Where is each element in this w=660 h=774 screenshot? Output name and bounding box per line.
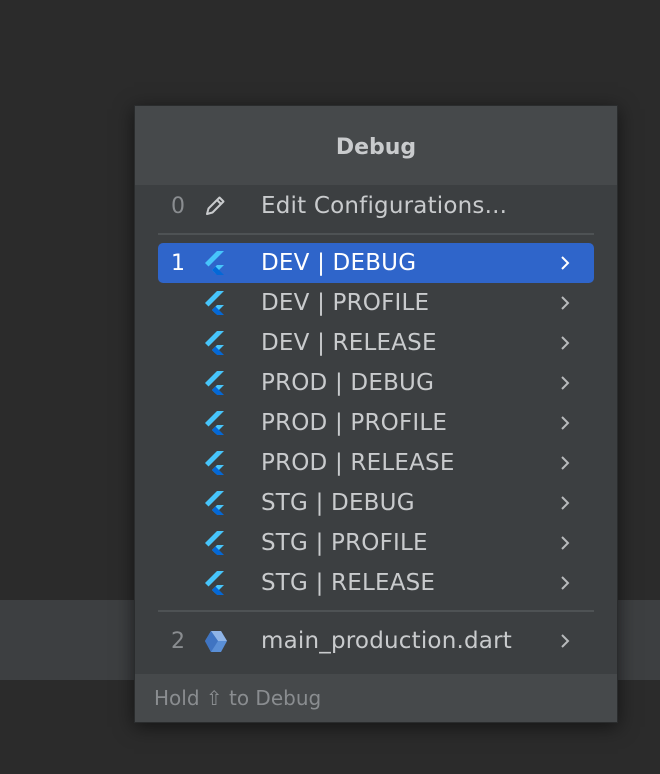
popup-header: Debug	[135, 106, 617, 185]
config-item-dev-profile[interactable]: DEV | PROFILE	[158, 283, 594, 323]
config-item-prod-release[interactable]: PROD | RELEASE	[158, 443, 594, 483]
item-index: 2	[171, 628, 185, 654]
item-index: 0	[171, 193, 185, 219]
edit-configurations-item[interactable]: 0 Edit Configurations...	[158, 186, 594, 226]
chevron-right-icon[interactable]	[550, 488, 580, 518]
config-label: PROD | DEBUG	[261, 370, 435, 396]
flutter-icon	[200, 408, 230, 438]
chevron-right-icon[interactable]	[550, 528, 580, 558]
config-label: STG | PROFILE	[261, 530, 428, 556]
config-item-stg-profile[interactable]: STG | PROFILE	[158, 523, 594, 563]
pencil-icon	[200, 191, 230, 221]
dart-file-label: main_production.dart	[261, 628, 512, 654]
config-label: PROD | RELEASE	[261, 450, 455, 476]
config-item-dev-release[interactable]: DEV | RELEASE	[158, 323, 594, 363]
separator	[158, 233, 594, 235]
flutter-icon	[200, 248, 230, 278]
item-index: 1	[171, 250, 185, 276]
footer-hint: Hold ⇧ to Debug	[154, 686, 322, 710]
popup-footer: Hold ⇧ to Debug	[135, 674, 617, 722]
flutter-icon	[200, 448, 230, 478]
chevron-right-icon[interactable]	[550, 626, 580, 656]
dart-file-item[interactable]: 2 main_production.dart	[158, 621, 594, 661]
flutter-icon	[200, 328, 230, 358]
dart-file-icon	[200, 626, 230, 656]
config-item-dev-debug[interactable]: 1 DEV | DEBUG	[158, 243, 594, 283]
config-item-prod-profile[interactable]: PROD | PROFILE	[158, 403, 594, 443]
config-label: PROD | PROFILE	[261, 410, 448, 436]
config-label: STG | RELEASE	[261, 570, 436, 596]
flutter-icon	[200, 288, 230, 318]
chevron-right-icon[interactable]	[550, 368, 580, 398]
config-label: DEV | PROFILE	[261, 290, 430, 316]
chevron-right-icon[interactable]	[550, 408, 580, 438]
run-configuration-popup: Debug 0 Edit Configurations... 1 DEV | D…	[134, 105, 618, 723]
config-label: STG | DEBUG	[261, 490, 415, 516]
flutter-icon	[200, 528, 230, 558]
popup-title: Debug	[335, 135, 417, 160]
config-item-prod-debug[interactable]: PROD | DEBUG	[158, 363, 594, 403]
separator	[158, 610, 594, 612]
flutter-icon	[200, 568, 230, 598]
config-item-stg-release[interactable]: STG | RELEASE	[158, 563, 594, 603]
chevron-right-icon[interactable]	[550, 568, 580, 598]
chevron-right-icon[interactable]	[550, 448, 580, 478]
config-label: DEV | DEBUG	[261, 250, 417, 276]
edit-configurations-label: Edit Configurations...	[261, 193, 508, 219]
flutter-icon	[200, 488, 230, 518]
config-item-stg-debug[interactable]: STG | DEBUG	[158, 483, 594, 523]
config-label: DEV | RELEASE	[261, 330, 437, 356]
chevron-right-icon[interactable]	[550, 328, 580, 358]
flutter-icon	[200, 368, 230, 398]
chevron-right-icon[interactable]	[550, 288, 580, 318]
chevron-right-icon[interactable]	[550, 248, 580, 278]
